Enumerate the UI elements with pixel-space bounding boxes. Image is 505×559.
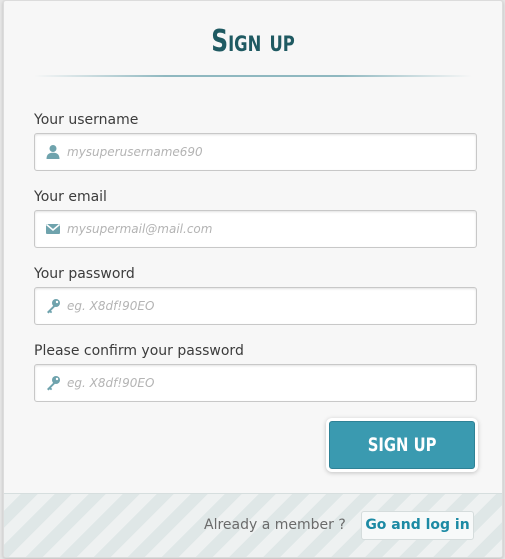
confirm-password-field[interactable] (34, 364, 477, 402)
login-footer: Already a member ? Go and log in (4, 493, 502, 557)
email-field[interactable] (34, 210, 477, 248)
email-label: Your email (34, 189, 107, 205)
password-input[interactable] (67, 288, 467, 324)
confirm-password-label: Please confirm your password (34, 343, 244, 359)
username-label: Your username (34, 112, 139, 128)
user-icon (45, 144, 61, 160)
username-field[interactable] (34, 133, 477, 171)
login-link[interactable]: Go and log in (361, 511, 474, 540)
username-input[interactable] (67, 134, 467, 170)
signup-button-label: SIGN UP (367, 434, 437, 456)
signup-button[interactable]: SIGN UP (329, 421, 475, 469)
password-field[interactable] (34, 287, 477, 325)
confirm-password-input[interactable] (67, 365, 467, 401)
email-input[interactable] (67, 211, 467, 247)
password-label: Your password (34, 266, 135, 282)
page-title: Sign up (211, 24, 295, 59)
key-icon (45, 375, 61, 391)
already-member-text: Already a member ? (204, 517, 346, 533)
envelope-icon (45, 221, 61, 237)
key-icon (45, 298, 61, 314)
title-divider (34, 75, 472, 77)
signup-form-card: Sign up Your username Your email Your pa… (3, 0, 503, 558)
